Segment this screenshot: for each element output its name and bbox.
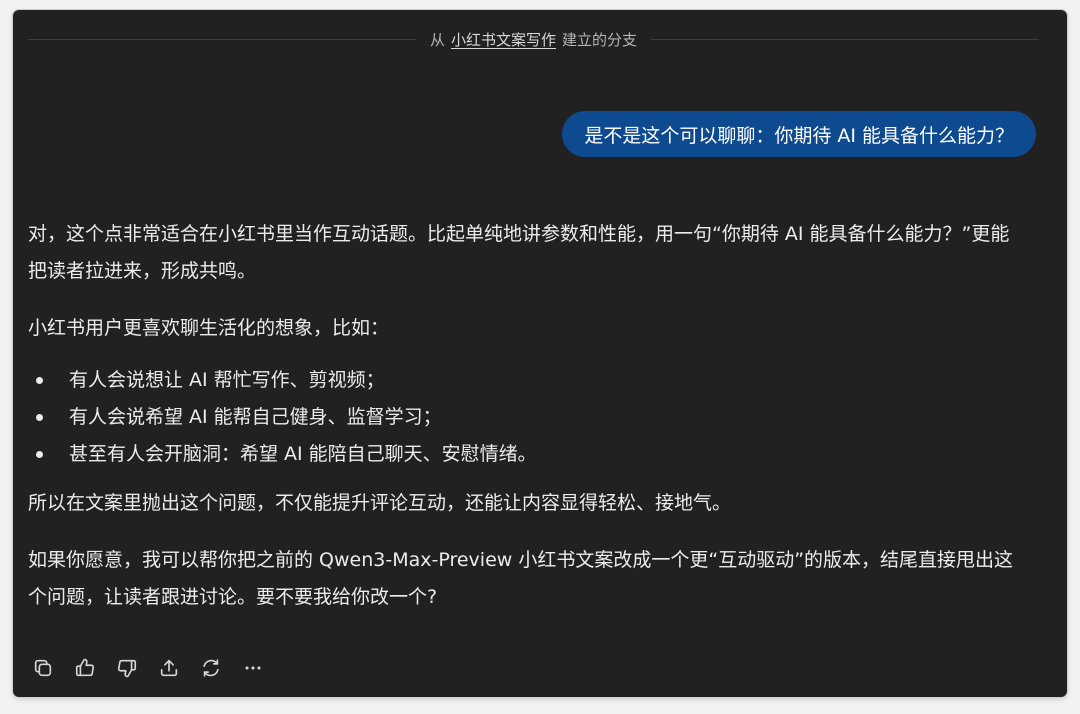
list-item: 甚至有人会开脑洞：希望 AI 能陪自己聊天、安慰情绪。 — [28, 436, 1028, 473]
assistant-message: 对，这个点非常适合在小红书里当作互动话题。比起单纯地讲参数和性能，用一句“你期待… — [28, 216, 1028, 616]
assistant-paragraph-4: 如果你愿意，我可以帮你把之前的 Qwen3-Max-Preview 小红书文案改… — [28, 549, 1014, 608]
thumbs-down-button[interactable] — [111, 652, 143, 684]
list-item-text: 有人会说想让 AI 帮忙写作、剪视频； — [69, 369, 385, 391]
branch-suffix: 建立的分支 — [562, 30, 638, 49]
assistant-paragraph-3: 所以在文案里抛出这个问题，不仅能提升评论互动，还能让内容显得轻松、接地气。 — [28, 492, 732, 514]
assistant-bullet-list: 有人会说想让 AI 帮忙写作、剪视频； 有人会说希望 AI 能帮自己健身、监督学… — [28, 362, 1028, 473]
thumbs-up-button[interactable] — [69, 652, 101, 684]
copy-icon — [34, 659, 52, 677]
thumbs-up-icon — [75, 658, 95, 677]
user-message-bubble: 是不是这个可以聊聊：你期待 AI 能具备什么能力？ — [562, 111, 1036, 157]
divider-right — [651, 38, 1040, 40]
message-action-bar — [27, 652, 269, 684]
assistant-paragraph-2: 小红书用户更喜欢聊生活化的想象，比如： — [28, 317, 390, 339]
branch-header: 从 小红书文案写作 建立的分支 — [28, 27, 1040, 51]
list-item: 有人会说想让 AI 帮忙写作、剪视频； — [28, 362, 1028, 399]
share-button[interactable] — [153, 652, 185, 684]
divider-left — [28, 38, 416, 40]
regenerate-icon — [203, 659, 219, 677]
list-item-text: 甚至有人会开脑洞：希望 AI 能陪自己聊天、安慰情绪。 — [69, 443, 537, 465]
branch-prefix: 从 — [429, 30, 445, 49]
chat-window: 从 小红书文案写作 建立的分支 是不是这个可以聊聊：你期待 AI 能具备什么能力… — [13, 10, 1067, 697]
bullet-dot — [36, 414, 43, 421]
more-icon — [245, 666, 261, 670]
share-icon — [160, 659, 178, 677]
bullet-dot — [36, 377, 43, 384]
assistant-paragraph-1: 对，这个点非常适合在小红书里当作互动话题。比起单纯地讲参数和性能，用一句“你期待… — [28, 223, 1010, 282]
regenerate-button[interactable] — [195, 652, 227, 684]
copy-button[interactable] — [27, 652, 59, 684]
branch-source-link[interactable]: 小红书文案写作 — [451, 29, 556, 50]
more-options-button[interactable] — [237, 652, 269, 684]
user-message-text: 是不是这个可以聊聊：你期待 AI 能具备什么能力？ — [584, 124, 1014, 147]
branch-label: 从 小红书文案写作 建立的分支 — [416, 29, 651, 50]
list-item: 有人会说希望 AI 能帮自己健身、监督学习； — [28, 399, 1028, 436]
list-item-text: 有人会说希望 AI 能帮自己健身、监督学习； — [69, 406, 442, 428]
bullet-dot — [36, 451, 43, 458]
thumbs-down-icon — [117, 659, 137, 678]
